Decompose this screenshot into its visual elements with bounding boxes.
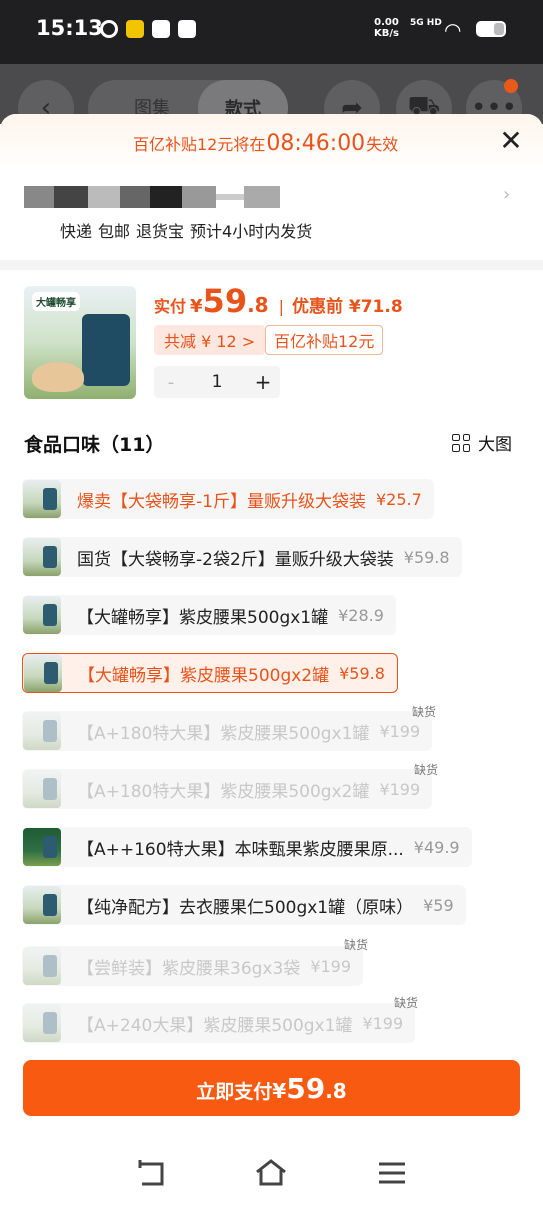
option-item-disabled[interactable]: 【A+240大果】紫皮腰果500gx1罐 ¥199 [22, 1003, 416, 1043]
battery-icon [476, 21, 506, 37]
quantity-value[interactable]: 1 [188, 372, 246, 392]
option-item[interactable]: 国货【大袋畅享-2袋2斤】量贩升级大袋装 ¥59.8 [22, 537, 462, 577]
price-row: 实付 ¥ 59 .8 | 优惠前 ¥71.8 [154, 282, 403, 320]
grid-icon [452, 433, 470, 452]
address-blurred[interactable] [24, 186, 280, 208]
delivery-info: 快递 包邮 退货宝 预计4小时内发货 [60, 222, 313, 241]
status-time: 15:13 [36, 16, 103, 40]
pay-now-button[interactable]: 立即支付 ¥ 59 .8 [23, 1060, 520, 1116]
signal-indicator: 5G HD [410, 18, 442, 28]
discount-chip[interactable]: 共减 ¥ 12 > [154, 325, 266, 355]
section-divider [0, 260, 543, 270]
option-thumbnail [23, 538, 61, 576]
sold-out-badge: 缺货 [344, 938, 369, 952]
countdown-prefix: 百亿补贴12元将在 [133, 135, 266, 154]
sync-icon [100, 20, 118, 38]
option-thumbnail [23, 770, 61, 808]
option-thumbnail [23, 886, 61, 924]
sold-out-badge: 缺货 [394, 996, 419, 1010]
net-speed: 0.00 KB/s [374, 17, 399, 39]
subsidy-countdown: 百亿补贴12元将在 08:46:00 失效 [0, 114, 543, 172]
system-nav-bar [0, 1144, 543, 1207]
sku-sheet: 百亿补贴12元将在 08:46:00 失效 ✕ › 快递 包邮 退货宝 预计4小… [0, 114, 543, 1207]
option-item-selected[interactable]: 【大罐畅享】紫皮腰果500gx2罐 ¥59.8 [22, 653, 398, 693]
mail-notification-icon [178, 20, 196, 38]
status-bar: 15:13 0.00 KB/s 5G HD ◠ [0, 0, 543, 64]
option-thumbnail [23, 828, 61, 866]
product-image[interactable]: 大罐畅享 [24, 286, 136, 399]
menu-nav-icon[interactable] [375, 1156, 409, 1190]
address-chevron-icon[interactable]: › [503, 184, 510, 205]
option-item-disabled[interactable]: 【尝鲜装】紫皮腰果36gx3袋 ¥199 [22, 946, 364, 986]
option-thumbnail [23, 480, 61, 518]
option-thumbnail [23, 596, 61, 634]
option-item[interactable]: 【A++160特大果】本味甄果紫皮腰果原... ¥49.9 [22, 827, 472, 867]
sold-out-badge: 缺货 [412, 705, 437, 719]
countdown-suffix: 失效 [366, 135, 399, 154]
back-nav-icon[interactable] [134, 1156, 168, 1190]
decrease-button[interactable]: - [154, 372, 188, 393]
option-item[interactable]: 【纯净配方】去衣腰果仁500gx1罐（原味） ¥59 [22, 885, 466, 925]
quantity-stepper: - 1 + [154, 366, 280, 398]
sold-out-badge: 缺货 [414, 763, 439, 777]
increase-button[interactable]: + [246, 370, 280, 394]
notification-icons [100, 20, 196, 38]
option-item-disabled[interactable]: 【A+180特大果】紫皮腰果500gx1罐 ¥199 [22, 711, 433, 751]
subsidy-chip: 百亿补贴12元 [265, 325, 384, 355]
option-thumbnail [23, 1004, 61, 1042]
big-view-toggle[interactable]: 大图 [452, 430, 512, 455]
option-item-disabled[interactable]: 【A+180特大果】紫皮腰果500gx2罐 ¥199 [22, 769, 433, 809]
original-price: 优惠前 ¥71.8 [291, 297, 403, 317]
option-thumbnail [24, 654, 62, 692]
option-thumbnail [23, 947, 61, 985]
app-notification-icon [126, 20, 144, 38]
close-icon[interactable]: ✕ [498, 126, 524, 156]
notification-dot [504, 79, 518, 93]
chat-notification-icon [152, 20, 170, 38]
wifi-icon: ◠ [444, 18, 462, 42]
countdown-clock: 08:46:00 [266, 131, 366, 156]
option-item[interactable]: 【大罐畅享】紫皮腰果500gx1罐 ¥28.9 [22, 595, 396, 635]
option-item[interactable]: 爆卖【大袋畅享-1斤】量贩升级大袋装 ¥25.7 [22, 479, 434, 519]
flavor-section-title: 食品口味（11） [24, 434, 165, 456]
option-thumbnail [23, 712, 61, 750]
home-nav-icon[interactable] [254, 1156, 288, 1190]
